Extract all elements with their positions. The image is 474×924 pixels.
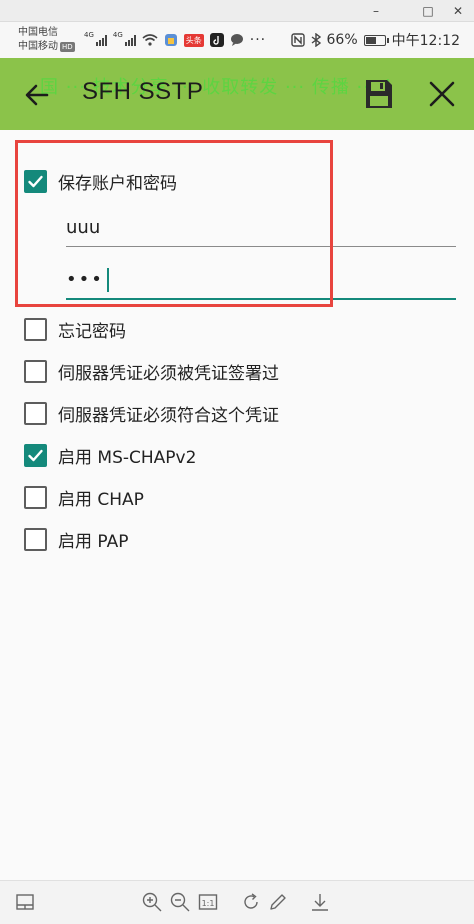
network-type: 4G xyxy=(84,31,94,39)
password-underline xyxy=(66,298,456,300)
save-button[interactable] xyxy=(364,78,394,110)
username-underline xyxy=(66,246,456,247)
clock: 中午12:12 xyxy=(391,33,460,49)
rotate-button[interactable] xyxy=(240,891,262,913)
hd-badge: HD xyxy=(60,42,75,52)
signal-icon-2 xyxy=(124,34,136,46)
zoom-in-icon xyxy=(142,892,162,912)
more-icon: ··· xyxy=(249,32,267,48)
option-row[interactable]: 启用 CHAP xyxy=(24,484,144,510)
wifi-icon xyxy=(142,34,158,46)
bottom-toolbar: 1:1 xyxy=(0,880,474,924)
option-label: 伺服器凭证必须符合这个凭证 xyxy=(58,405,279,426)
option-checkbox[interactable] xyxy=(24,443,47,467)
zoom-in-button[interactable] xyxy=(141,891,163,913)
option-label: 启用 PAP xyxy=(58,531,129,552)
actual-size-button[interactable]: 1:1 xyxy=(197,891,219,913)
password-field[interactable]: ••• xyxy=(66,266,456,300)
bluetooth-icon xyxy=(311,33,321,47)
save-credentials-checkbox[interactable] xyxy=(24,169,47,193)
close-button[interactable] xyxy=(428,80,456,108)
option-row[interactable]: 启用 PAP xyxy=(24,526,128,552)
chat-icon xyxy=(230,34,243,46)
option-label: 启用 CHAP xyxy=(58,489,144,510)
network-type-2: 4G xyxy=(112,31,123,39)
save-icon xyxy=(366,80,392,108)
username-field[interactable]: uuu xyxy=(66,214,456,247)
arrow-left-icon xyxy=(25,84,49,106)
settings-form: 保存账户和密码 uuu ••• 忘记密码伺服器凭证必须被凭证签署过 伺服器凭证必须… xyxy=(0,130,474,880)
maximize-button[interactable]: □ xyxy=(416,2,440,20)
download-button[interactable] xyxy=(309,891,331,913)
option-checkbox[interactable] xyxy=(24,401,47,425)
battery-percent: 66% xyxy=(326,32,358,48)
checkmark-icon xyxy=(28,449,43,461)
actual-size-label: 1:1 xyxy=(202,899,215,908)
carrier-2-row: 中国移动 HD xyxy=(18,40,75,53)
status-bar: 中国电信 中国移动 HD 4G 4G 头条 ··· 66% 中午12:12 xyxy=(0,22,474,58)
screen: – □ ✕ 中国电信 中国移动 HD 4G 4G 头条 ··· 66% 中午12:… xyxy=(0,0,474,924)
layout-button[interactable] xyxy=(14,891,36,913)
edit-button[interactable] xyxy=(267,891,289,913)
rotate-icon xyxy=(244,893,258,909)
option-checkbox[interactable] xyxy=(24,359,47,383)
edit-icon xyxy=(270,894,286,910)
window-close-button[interactable]: ✕ xyxy=(446,2,470,20)
option-checkbox[interactable] xyxy=(24,485,47,509)
signal-icon xyxy=(95,34,107,46)
password-value-row[interactable]: ••• xyxy=(66,266,456,294)
minimize-button[interactable]: – xyxy=(364,2,388,20)
status-right: 66% 中午12:12 xyxy=(290,31,460,49)
save-credentials-row[interactable]: 保存账户和密码 xyxy=(24,168,177,194)
battery-icon xyxy=(363,34,389,46)
carrier-2: 中国移动 xyxy=(18,41,58,52)
option-label: 忘记密码 xyxy=(58,321,126,342)
battery-fill xyxy=(365,36,377,44)
download-icon xyxy=(312,894,328,911)
actual-size-icon: 1:1 xyxy=(198,894,218,910)
username-value[interactable]: uuu xyxy=(66,214,456,242)
option-label: 启用 MS-CHAPv2 xyxy=(58,447,197,468)
option-checkbox[interactable] xyxy=(24,527,47,551)
close-icon xyxy=(429,81,455,107)
tiktok-icon xyxy=(209,33,224,47)
layout-icon xyxy=(16,894,34,910)
option-row[interactable]: 忘记密码 xyxy=(24,316,126,342)
app-icon-shield xyxy=(164,34,177,46)
checkmark-icon xyxy=(28,175,43,187)
option-row[interactable]: 启用 MS-CHAPv2 xyxy=(24,442,196,468)
app-bar: 国 ··· 技术分享 ··· 收取转发 ··· 传播 ··· ！ SFH SST… xyxy=(0,58,474,130)
status-icons: 4G 4G 头条 ··· xyxy=(84,31,266,49)
carrier-1: 中国电信 xyxy=(18,27,58,38)
viewer-window-strip: – □ ✕ xyxy=(0,0,474,22)
option-checkbox[interactable] xyxy=(24,317,47,341)
option-row[interactable]: 伺服器凭证必须被凭证签署过 xyxy=(24,358,279,384)
option-label: 伺服器凭证必须被凭证签署过 xyxy=(58,363,279,384)
nfc-icon xyxy=(290,33,305,47)
option-row[interactable]: 伺服器凭证必须符合这个凭证 xyxy=(24,400,279,426)
text-cursor xyxy=(106,268,109,292)
zoom-out-button[interactable] xyxy=(169,891,191,913)
password-value: ••• xyxy=(66,269,104,290)
zoom-out-icon xyxy=(170,892,190,912)
toutiao-badge: 头条 xyxy=(183,33,204,47)
page-title: SFH SSTP xyxy=(82,78,204,105)
back-button[interactable] xyxy=(22,80,52,110)
save-credentials-label: 保存账户和密码 xyxy=(58,173,177,194)
